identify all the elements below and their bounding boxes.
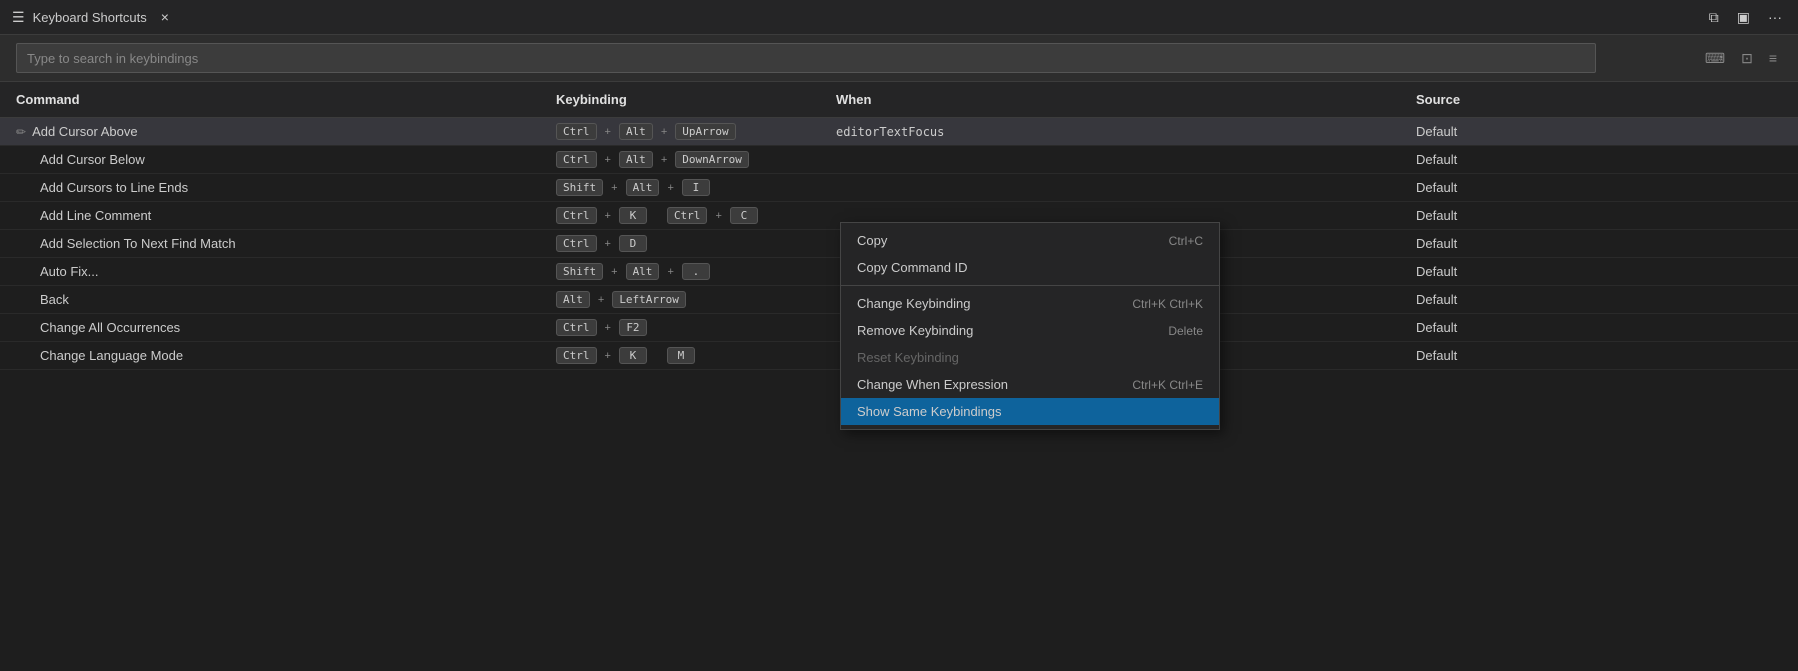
table-row[interactable]: Add Cursor Below Ctrl + Alt + DownArrow … [0, 146, 1798, 174]
menu-item-shortcut: Ctrl+C [1169, 234, 1203, 248]
search-toolbar: ⌨ ⊡ ≡ [1700, 47, 1782, 70]
table-row[interactable]: Add Cursors to Line Ends Shift + Alt + I… [0, 174, 1798, 202]
table-header: Command Keybinding When Source [0, 82, 1798, 118]
menu-item-label: Copy [857, 233, 887, 248]
menu-item-label: Change Keybinding [857, 296, 970, 311]
close-tab-icon[interactable]: × [155, 7, 175, 27]
sort-icon[interactable]: ≡ [1764, 47, 1782, 69]
command-cell: Add Cursors to Line Ends [0, 176, 540, 199]
keybinding-cell: Ctrl + D [540, 231, 820, 256]
pencil-icon: ✏ [16, 125, 26, 139]
menu-separator [841, 285, 1219, 286]
command-cell: ✏ Add Cursor Above [0, 120, 540, 143]
menu-item-copy[interactable]: Copy Ctrl+C [841, 227, 1219, 254]
more-actions-icon[interactable]: ··· [1764, 5, 1786, 29]
search-input[interactable] [16, 43, 1596, 73]
source-cell: Default [1400, 120, 1798, 143]
source-cell: Default [1400, 288, 1798, 311]
command-cell: Auto Fix... [0, 260, 540, 283]
command-cell: Change All Occurrences [0, 316, 540, 339]
when-cell [820, 212, 1400, 220]
menu-item-label: Copy Command ID [857, 260, 968, 275]
command-cell: Add Line Comment [0, 204, 540, 227]
keybinding-cell: Shift + Alt + . [540, 259, 820, 284]
split-editor-icon[interactable]: ▣ [1733, 5, 1754, 30]
menu-item-label: Remove Keybinding [857, 323, 973, 338]
menu-item-label: Change When Expression [857, 377, 1008, 392]
command-cell: Add Selection To Next Find Match [0, 232, 540, 255]
shortcuts-table: Command Keybinding When Source ✏ Add Cur… [0, 82, 1798, 671]
menu-item-reset-keybinding: Reset Keybinding [841, 344, 1219, 371]
when-cell [820, 156, 1400, 164]
menu-item-label: Show Same Keybindings [857, 404, 1002, 419]
command-cell: Change Language Mode [0, 344, 540, 367]
command-cell: Back [0, 288, 540, 311]
title-bar-actions: ⧉ ▣ ··· [1705, 5, 1786, 30]
keybinding-cell: Ctrl + Alt + DownArrow [540, 147, 820, 172]
menu-item-copy-command-id[interactable]: Copy Command ID [841, 254, 1219, 281]
menu-item-label: Reset Keybinding [857, 350, 959, 365]
menu-item-shortcut: Ctrl+K Ctrl+E [1132, 378, 1203, 392]
open-to-side-icon[interactable]: ⧉ [1705, 5, 1723, 30]
context-menu: Copy Ctrl+C Copy Command ID Change Keybi… [840, 222, 1220, 430]
when-cell [820, 184, 1400, 192]
when-cell: editorTextFocus [820, 121, 1400, 143]
title-bar: ☰ Keyboard Shortcuts × ⧉ ▣ ··· [0, 0, 1798, 35]
keybinding-cell: Alt + LeftArrow [540, 287, 820, 312]
table-row[interactable]: ✏ Add Cursor Above Ctrl + Alt + UpArrow … [0, 118, 1798, 146]
page-title: Keyboard Shortcuts [33, 10, 147, 25]
keyboard-icon[interactable]: ⌨ [1700, 47, 1730, 70]
source-cell: Default [1400, 204, 1798, 227]
search-bar: ⌨ ⊡ ≡ [0, 35, 1798, 82]
menu-item-remove-keybinding[interactable]: Remove Keybinding Delete [841, 317, 1219, 344]
menu-item-change-keybinding[interactable]: Change Keybinding Ctrl+K Ctrl+K [841, 290, 1219, 317]
command-cell: Add Cursor Below [0, 148, 540, 171]
source-cell: Default [1400, 176, 1798, 199]
column-header-when: When [820, 88, 1400, 111]
title-bar-left: ☰ Keyboard Shortcuts × [12, 7, 175, 27]
column-header-keybinding: Keybinding [540, 88, 820, 111]
keybinding-cell: Ctrl + F2 [540, 315, 820, 340]
keybinding-cell: Ctrl + K M [540, 343, 820, 368]
menu-item-shortcut: Ctrl+K Ctrl+K [1132, 297, 1203, 311]
source-cell: Default [1400, 316, 1798, 339]
menu-item-change-when[interactable]: Change When Expression Ctrl+K Ctrl+E [841, 371, 1219, 398]
source-cell: Default [1400, 260, 1798, 283]
source-cell: Default [1400, 344, 1798, 367]
column-header-source: Source [1400, 88, 1798, 111]
column-header-command: Command [0, 88, 540, 111]
keybinding-cell: Ctrl + Alt + UpArrow [540, 119, 820, 144]
source-cell: Default [1400, 232, 1798, 255]
keybinding-cell: Ctrl + K Ctrl + C [540, 203, 820, 228]
source-cell: Default [1400, 148, 1798, 171]
hamburger-icon[interactable]: ☰ [12, 9, 25, 26]
keybinding-cell: Shift + Alt + I [540, 175, 820, 200]
menu-item-show-same-keybindings[interactable]: Show Same Keybindings [841, 398, 1219, 425]
menu-item-shortcut: Delete [1168, 324, 1203, 338]
record-keys-icon[interactable]: ⊡ [1736, 47, 1758, 70]
